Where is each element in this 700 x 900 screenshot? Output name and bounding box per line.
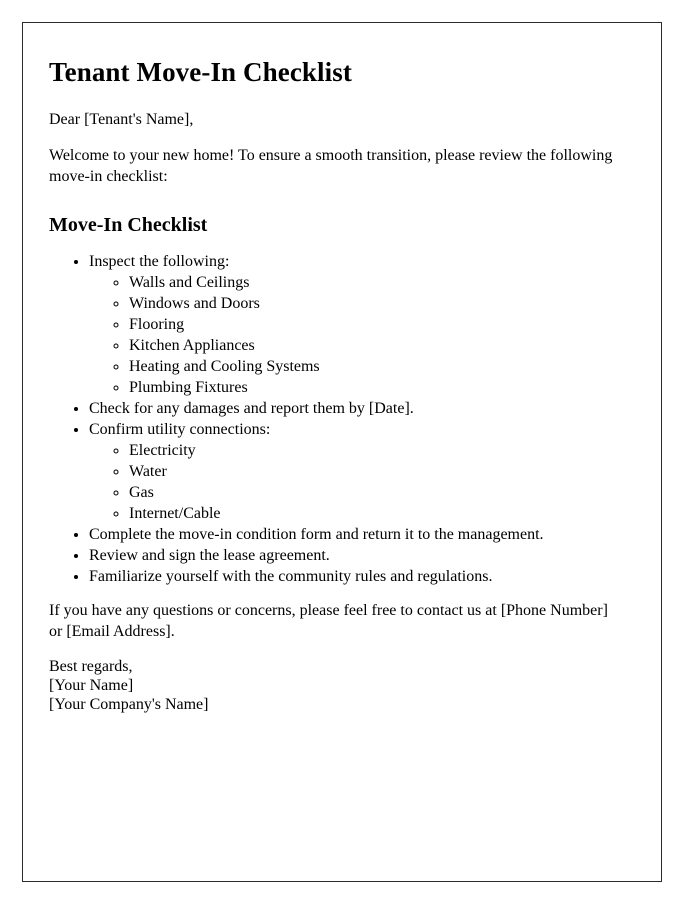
checklist-item-label: Inspect the following: xyxy=(89,252,230,270)
checklist-item-label: Review and sign the lease agreement. xyxy=(89,547,330,565)
checklist-subitem-label: Windows and Doors xyxy=(129,295,260,313)
checklist-subitem: Windows and Doors xyxy=(129,293,635,314)
document-page: Tenant Move-In Checklist Dear [Tenant's … xyxy=(22,22,662,882)
checklist-subgroup: Walls and Ceilings Windows and Doors Floor… xyxy=(89,272,635,398)
checklist-subitem: Kitchen Appliances xyxy=(129,335,635,356)
checklist-subitem: Gas xyxy=(129,482,635,503)
checklist-subitem: Heating and Cooling Systems xyxy=(129,356,635,377)
checklist-subitem-label: Plumbing Fixtures xyxy=(129,379,248,397)
checklist-subitem: Walls and Ceilings xyxy=(129,272,635,293)
checklist-subitem-label: Internet/Cable xyxy=(129,505,221,523)
checklist-subgroup: Electricity Water Gas Internet/Cable xyxy=(89,440,635,524)
checklist-item-label: Confirm utility connections: xyxy=(89,421,271,439)
checklist-subitem-label: Water xyxy=(129,463,167,481)
checklist-item-label: Familiarize yourself with the community … xyxy=(89,568,493,586)
checklist-item: Familiarize yourself with the community … xyxy=(89,566,635,587)
section-heading: Move-In Checklist xyxy=(49,213,208,236)
checklist-subitem: Flooring xyxy=(129,314,635,335)
checklist-subitem: Water xyxy=(129,461,635,482)
checklist-subitem-label: Electricity xyxy=(129,442,196,460)
checklist-item: Confirm utility connections: Electricity W… xyxy=(89,419,635,524)
checklist-item-label: Check for any damages and report them by… xyxy=(89,400,414,418)
checklist-subitem-label: Kitchen Appliances xyxy=(129,337,255,355)
signature-closing: Best regards, xyxy=(49,658,133,676)
checklist-subitem-label: Flooring xyxy=(129,316,185,334)
checklist-subitem: Plumbing Fixtures xyxy=(129,377,635,398)
signature-name: [Your Name] xyxy=(49,676,134,694)
checklist-subitem-label: Walls and Ceilings xyxy=(129,274,250,292)
checklist-subitem: Electricity xyxy=(129,440,635,461)
document-body: Tenant Move-In Checklist Dear [Tenant's … xyxy=(23,23,661,714)
contact-paragraph: If you have any questions or concerns, p… xyxy=(49,602,608,640)
signature-block: Best regards, [Your Name] [Your Company'… xyxy=(49,658,635,714)
checklist: Inspect the following: Walls and Ceilings… xyxy=(49,251,635,588)
checklist-subitem-label: Heating and Cooling Systems xyxy=(129,358,320,376)
checklist-item: Check for any damages and report them by… xyxy=(89,398,635,419)
checklist-item-label: Complete the move-in condition form and … xyxy=(89,526,544,544)
intro-paragraph: Welcome to your new home! To ensure a sm… xyxy=(49,147,613,185)
checklist-subitem: Internet/Cable xyxy=(129,503,635,524)
salutation: Dear [Tenant's Name], xyxy=(49,111,194,129)
checklist-item: Review and sign the lease agreement. xyxy=(89,545,635,566)
checklist-subitem-label: Gas xyxy=(129,484,154,502)
signature-company: [Your Company's Name] xyxy=(49,695,209,713)
checklist-item: Inspect the following: Walls and Ceilings… xyxy=(89,251,635,398)
checklist-item: Complete the move-in condition form and … xyxy=(89,524,635,545)
page-title: Tenant Move-In Checklist xyxy=(49,57,352,87)
